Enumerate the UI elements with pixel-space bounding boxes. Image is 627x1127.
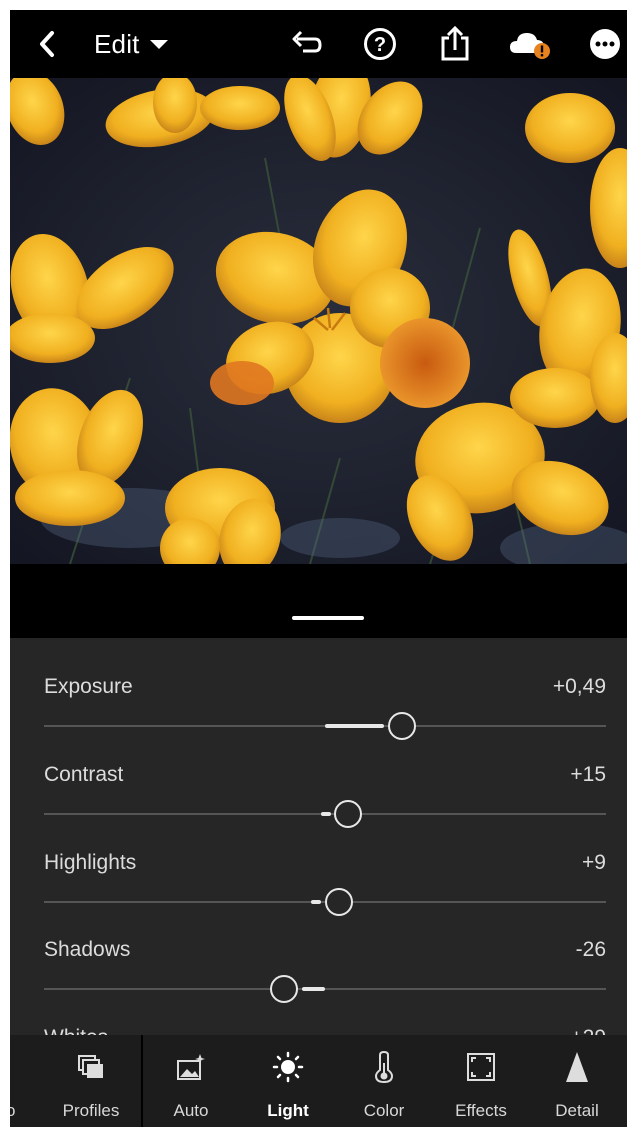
cloud-warning-icon xyxy=(510,33,550,59)
slider-thumb-highlights[interactable] xyxy=(324,887,353,916)
page-title: Edit xyxy=(94,28,140,59)
slider-row-highlights: Highlights +9 xyxy=(10,851,627,939)
slider-fill-contrast xyxy=(320,812,331,816)
tool-label: Profiles xyxy=(62,1101,120,1120)
tool-label: Detail xyxy=(555,1101,599,1120)
slider-track-shadows[interactable] xyxy=(44,988,606,990)
help-icon: ? xyxy=(364,28,396,60)
slider-value-highlights[interactable]: +9 xyxy=(582,851,606,875)
more-button[interactable] xyxy=(586,10,624,78)
tool-label: Auto xyxy=(173,1101,209,1120)
tool-profiles[interactable]: Profiles xyxy=(46,1035,136,1127)
tool-auto[interactable]: Auto xyxy=(146,1035,236,1127)
tool-label: Light xyxy=(267,1101,309,1120)
slider-fill-highlights xyxy=(311,900,322,904)
tool-effects[interactable]: Effects xyxy=(436,1035,526,1127)
auto-icon xyxy=(174,1050,208,1084)
photo-canvas[interactable] xyxy=(10,78,627,564)
undo-icon xyxy=(292,30,322,53)
chevron-down-icon xyxy=(149,40,168,49)
profiles-icon xyxy=(74,1050,108,1084)
tool-light[interactable]: Light xyxy=(243,1035,333,1127)
slider-row-shadows: Shadows -26 xyxy=(10,938,627,1026)
slider-thumb-shadows[interactable] xyxy=(269,974,298,1003)
slider-value-contrast[interactable]: +15 xyxy=(570,763,606,787)
partial-tool-label[interactable]: o xyxy=(10,1101,15,1121)
bottom-toolbar: o Profiles Auto Light Color Effects Deta… xyxy=(10,1035,627,1127)
edit-mode-dropdown[interactable]: Edit xyxy=(94,10,184,78)
tool-detail[interactable]: Detail xyxy=(532,1035,622,1127)
slider-label-shadows: Shadows xyxy=(44,938,131,961)
light-icon xyxy=(271,1050,305,1084)
slider-fill-shadows xyxy=(302,987,325,991)
slider-row-exposure: Exposure +0,49 xyxy=(10,675,627,763)
back-icon xyxy=(40,31,54,57)
slider-value-shadows[interactable]: -26 xyxy=(576,938,606,962)
top-bar: Edit ? xyxy=(10,10,627,78)
detail-icon xyxy=(560,1050,594,1084)
back-button[interactable] xyxy=(30,10,64,78)
undo-button[interactable] xyxy=(286,10,326,78)
effects-icon xyxy=(464,1050,498,1084)
tool-color[interactable]: Color xyxy=(339,1035,429,1127)
more-icon xyxy=(590,29,620,59)
svg-text:?: ? xyxy=(374,34,386,56)
tool-label: Effects xyxy=(455,1101,507,1120)
panel-drag-handle[interactable] xyxy=(292,616,364,620)
app-window: Edit ? Exposure +0,49 Contrast +15 Highl… xyxy=(10,10,627,1127)
photo-image xyxy=(10,78,627,564)
share-icon xyxy=(441,26,469,61)
slider-label-highlights: Highlights xyxy=(44,851,137,874)
thermometer-icon xyxy=(367,1050,401,1084)
help-button[interactable]: ? xyxy=(360,10,400,78)
slider-thumb-exposure[interactable] xyxy=(387,711,416,740)
slider-row-contrast: Contrast +15 xyxy=(10,763,627,851)
toolbar-divider xyxy=(141,1035,143,1127)
slider-label-exposure: Exposure xyxy=(44,675,133,698)
slider-thumb-contrast[interactable] xyxy=(334,799,363,828)
share-button[interactable] xyxy=(435,10,475,78)
slider-value-exposure[interactable]: +0,49 xyxy=(553,675,606,699)
slider-label-contrast: Contrast xyxy=(44,763,124,786)
cloud-sync-button[interactable] xyxy=(506,10,556,78)
tool-label: Color xyxy=(363,1101,405,1120)
slider-fill-exposure xyxy=(325,724,385,728)
